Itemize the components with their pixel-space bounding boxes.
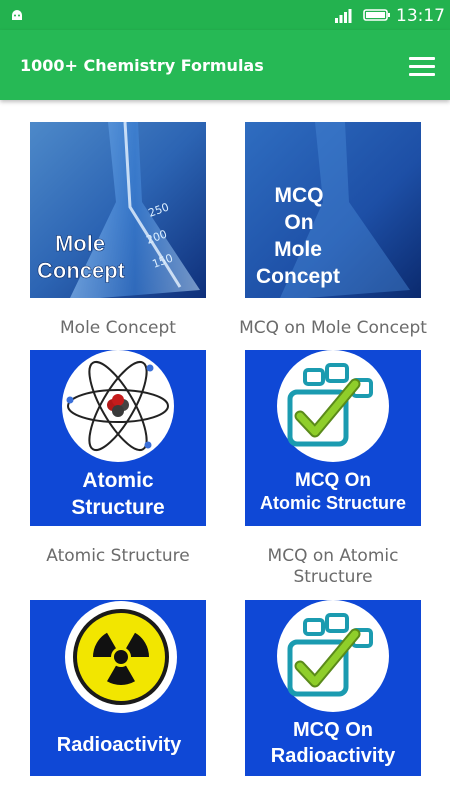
tile-mcq-radioactivity[interactable]: MCQ On Radioactivity [245, 600, 421, 776]
tile-radioactivity[interactable]: Radioactivity [30, 600, 206, 776]
caption-mcq-atomic-structure[interactable]: MCQ on Atomic Structure [228, 546, 438, 588]
flask-image: MCQ On Mole Concept [245, 122, 421, 298]
caption-mole-concept[interactable]: Mole Concept [13, 318, 223, 339]
app-bar: 1000+ Chemistry Formulas [0, 30, 450, 100]
menu-button[interactable] [409, 57, 435, 76]
tile-text: Atomic Structure [260, 493, 406, 513]
app-title: 1000+ Chemistry Formulas [20, 56, 264, 75]
tile-text: Mole [55, 231, 105, 256]
tile-text: Radioactivity [271, 745, 396, 767]
tile-mole-concept[interactable]: 250 200 150 Mole Concept [30, 122, 206, 298]
tile-mcq-atomic-structure[interactable]: MCQ On Atomic Structure [245, 350, 421, 526]
status-bar: 13:17 [0, 0, 450, 30]
tile-text: Concept [256, 265, 340, 288]
tile-text: Radioactivity [57, 734, 182, 756]
status-time: 13:17 [396, 6, 445, 26]
tile-text: MCQ [275, 184, 324, 207]
tile-text: MCQ On [293, 719, 373, 741]
tile-text: Mole [274, 238, 322, 261]
tile-atomic-structure[interactable]: Atomic Structure [30, 350, 206, 526]
signal-icon [335, 9, 352, 23]
tile-text: Concept [37, 258, 126, 283]
tile-text: Structure [71, 496, 164, 519]
tile-text: On [284, 211, 313, 234]
caption-atomic-structure[interactable]: Atomic Structure [13, 546, 223, 567]
flask-image: 250 200 150 Mole Concept [30, 122, 206, 298]
tile-mcq-mole-concept[interactable]: MCQ On Mole Concept [245, 122, 421, 298]
tile-text: MCQ On [295, 470, 371, 491]
android-icon [12, 10, 22, 20]
radiation-icon [73, 609, 169, 705]
battery-icon [363, 9, 390, 21]
tile-text: Atomic [82, 469, 153, 492]
caption-mcq-mole-concept[interactable]: MCQ on Mole Concept [228, 318, 438, 339]
hamburger-menu-icon [409, 57, 435, 60]
